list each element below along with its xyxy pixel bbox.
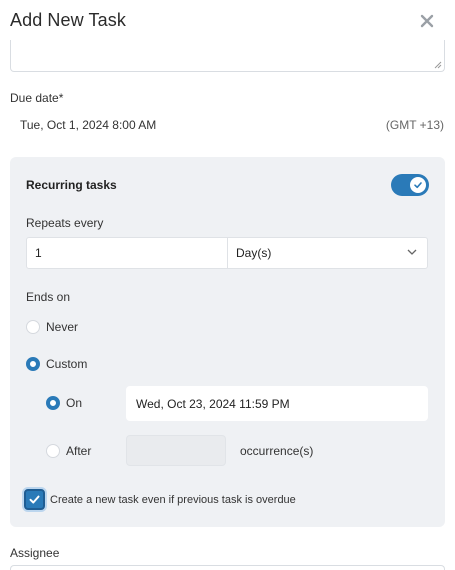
after-label: After [66, 444, 92, 458]
due-date-value[interactable]: Tue, Oct 1, 2024 8:00 AM [20, 118, 156, 132]
never-label: Never [46, 320, 79, 334]
occurrences-label: occurrence(s) [240, 444, 314, 458]
occurrences-input[interactable] [126, 435, 226, 466]
dialog-title: Add New Task [10, 10, 126, 30]
due-date-label: Due date* [10, 91, 64, 105]
close-icon[interactable] [416, 10, 438, 32]
repeat-unit-select[interactable]: Day(s) [236, 246, 271, 260]
end-date-value: Wed, Oct 23, 2024 11:59 PM [136, 397, 290, 411]
overdue-checkbox[interactable] [24, 489, 45, 510]
resize-grip-icon[interactable] [434, 61, 442, 69]
overdue-checkbox-label: Create a new task even if previous task … [50, 494, 296, 506]
assignee-label: Assignee [10, 546, 60, 560]
description-textarea[interactable] [10, 40, 445, 72]
recurring-toggle[interactable] [391, 174, 429, 196]
recurring-tasks-label: Recurring tasks [26, 178, 117, 192]
custom-radio[interactable] [26, 357, 40, 371]
assignee-input[interactable] [10, 565, 445, 570]
never-radio[interactable] [26, 320, 40, 334]
custom-label: Custom [46, 357, 88, 371]
timezone-label: (GMT +13) [385, 118, 444, 132]
check-icon [29, 495, 40, 504]
on-radio[interactable] [46, 396, 60, 410]
ends-on-label: Ends on [26, 290, 71, 304]
repeat-interval-input[interactable]: 1 [35, 246, 42, 260]
toggle-knob [410, 177, 426, 193]
check-icon [414, 182, 422, 189]
divider [227, 238, 228, 268]
dialog-header: Add New Task [0, 0, 455, 44]
recurring-panel [10, 157, 445, 527]
chevron-down-icon[interactable] [406, 247, 418, 257]
repeats-every-label: Repeats every [26, 216, 104, 230]
on-label: On [66, 396, 83, 410]
after-radio[interactable] [46, 444, 60, 458]
